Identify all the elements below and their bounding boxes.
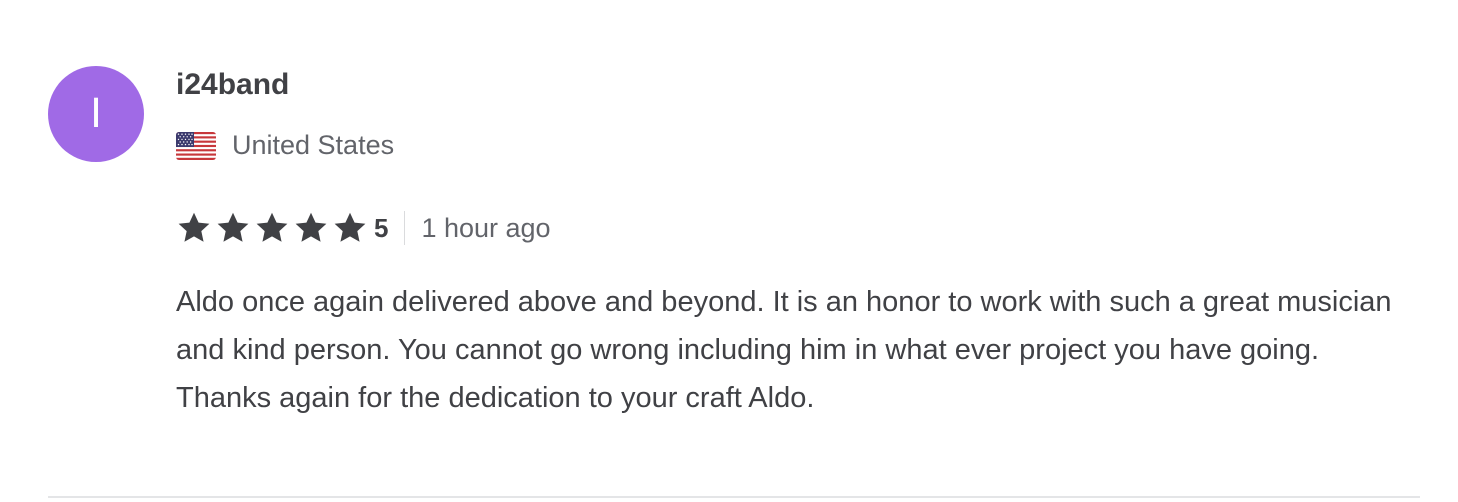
us-flag-icon: [176, 131, 216, 160]
star-icon: [217, 212, 249, 242]
avatar[interactable]: I: [48, 66, 144, 162]
star-icon: [178, 212, 210, 242]
rating-value: 5: [374, 212, 389, 243]
country-name: United States: [232, 130, 395, 160]
star-icon: [334, 212, 366, 242]
rating-divider: [404, 211, 406, 245]
avatar-letter: I: [90, 91, 102, 137]
review-time: 1 hour ago: [421, 212, 551, 243]
star-icon: [295, 212, 327, 242]
star-icon: [256, 212, 288, 242]
review-divider: [48, 496, 1420, 498]
reviewer-username[interactable]: i24band: [176, 68, 289, 102]
star-rating: [176, 210, 368, 246]
rating-row: 5 1 hour ago: [176, 210, 551, 246]
review-text: Aldo once again delivered above and beyo…: [176, 286, 1392, 414]
reviewer-country: United States: [176, 130, 394, 161]
